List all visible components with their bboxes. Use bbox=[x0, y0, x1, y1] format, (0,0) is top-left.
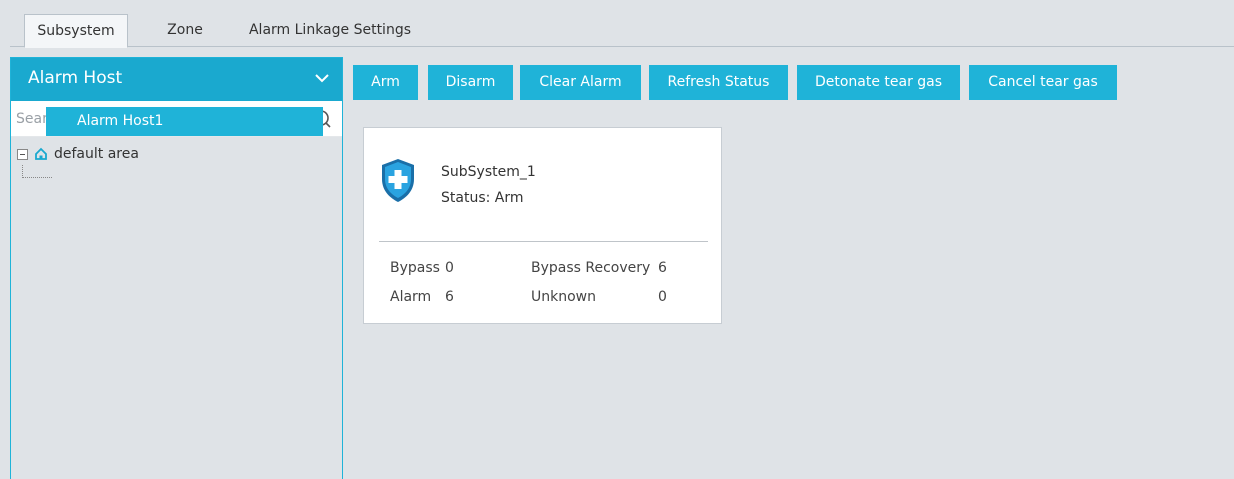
unknown-label: Unknown bbox=[531, 289, 596, 305]
detonate-tear-gas-button[interactable]: Detonate tear gas bbox=[797, 65, 960, 100]
area-tree: default area bbox=[11, 137, 342, 477]
cancel-tear-gas-button[interactable]: Cancel tear gas bbox=[969, 65, 1117, 100]
tab-zone[interactable]: Zone bbox=[156, 14, 214, 47]
chevron-down-icon[interactable] bbox=[314, 72, 330, 84]
tab-bar: Subsystem Zone Alarm Linkage Settings bbox=[10, 0, 1234, 48]
tree-node-label: default area bbox=[54, 146, 139, 162]
tab-subsystem[interactable]: Subsystem bbox=[24, 14, 128, 48]
home-icon bbox=[35, 147, 47, 160]
clear-alarm-button[interactable]: Clear Alarm bbox=[520, 65, 641, 100]
tree-node-default-area[interactable]: default area bbox=[17, 144, 139, 164]
refresh-status-button[interactable]: Refresh Status bbox=[649, 65, 788, 100]
panel-title: Alarm Host bbox=[28, 68, 123, 88]
unknown-value: 0 bbox=[658, 289, 667, 305]
tab-alarm-linkage-settings[interactable]: Alarm Linkage Settings bbox=[230, 14, 430, 47]
subsystem-name: SubSystem_1 bbox=[441, 164, 536, 180]
alarm-label: Alarm bbox=[390, 289, 432, 305]
tree-node-alarm-host1[interactable]: Alarm Host1 bbox=[46, 107, 323, 136]
bypass-recovery-value: 6 bbox=[658, 260, 667, 276]
bypass-recovery-label: Bypass Recovery bbox=[531, 260, 651, 276]
subsystem-card[interactable]: SubSystem_1 Status: Arm Bypass 0 Bypass … bbox=[363, 127, 722, 324]
disarm-button[interactable]: Disarm bbox=[428, 65, 513, 100]
bypass-value: 0 bbox=[445, 260, 454, 276]
shield-icon bbox=[382, 159, 414, 202]
alarm-value: 6 bbox=[445, 289, 454, 305]
divider bbox=[379, 241, 708, 242]
arm-button[interactable]: Arm bbox=[353, 65, 418, 100]
subsystem-status: Status: Arm bbox=[441, 190, 524, 206]
bypass-label: Bypass bbox=[390, 260, 440, 276]
panel-header[interactable]: Alarm Host bbox=[11, 58, 342, 101]
tree-connector bbox=[22, 165, 52, 178]
collapse-icon[interactable] bbox=[17, 148, 28, 160]
